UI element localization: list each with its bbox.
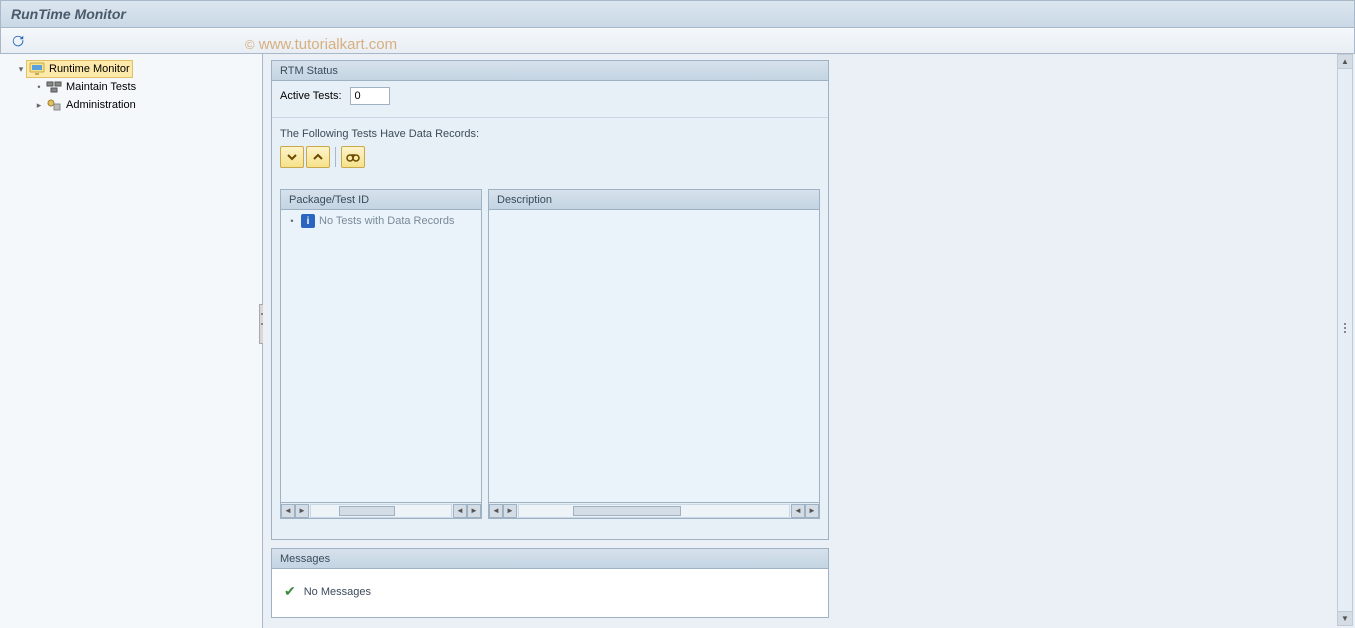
rtm-panel-title: RTM Status <box>272 61 828 81</box>
scroll-right-icon[interactable]: ► <box>467 504 481 518</box>
empty-row-text: No Tests with Data Records <box>319 215 455 227</box>
refresh-icon <box>11 34 25 48</box>
navigation-tree-panel: ▾ Runtime Monitor • Maintain Tests <box>0 54 263 628</box>
tests-icon <box>46 80 62 94</box>
horizontal-scrollbar[interactable]: ◄ ► ◄ ► <box>281 502 481 518</box>
data-records-heading: The Following Tests Have Data Records: <box>272 118 828 144</box>
horizontal-scrollbar[interactable]: ◄ ► ◄ ► <box>489 502 819 518</box>
tree-node-runtime-monitor[interactable]: Runtime Monitor <box>26 60 133 78</box>
scroll-right-step-icon[interactable]: ► <box>503 504 517 518</box>
tree-label: Administration <box>66 99 136 111</box>
tree-node-maintain-tests[interactable]: Maintain Tests <box>44 78 138 96</box>
grid-column-description: Description ◄ ► ◄ ► <box>488 189 820 519</box>
tests-grid: Package/Test ID • i No Tests with Data R… <box>280 189 820 519</box>
scroll-right-icon[interactable]: ► <box>805 504 819 518</box>
scroll-down-icon[interactable]: ▼ <box>1338 611 1352 625</box>
collapse-all-button[interactable] <box>306 146 330 168</box>
binoculars-icon <box>346 151 360 163</box>
info-icon: i <box>301 214 315 228</box>
scroll-thumb[interactable] <box>339 506 395 516</box>
app-toolbar <box>0 28 1355 54</box>
scroll-grip[interactable] <box>1340 313 1350 343</box>
monitor-icon <box>29 62 45 76</box>
chevron-down-icon <box>286 151 298 163</box>
scroll-left-icon[interactable]: ◄ <box>281 504 295 518</box>
admin-icon <box>46 98 62 112</box>
grid-toolbar <box>272 144 828 174</box>
chevron-up-icon <box>312 151 324 163</box>
rtm-status-panel: RTM Status Active Tests: The Following T… <box>271 60 829 540</box>
navigation-tree: ▾ Runtime Monitor • Maintain Tests <box>2 60 260 114</box>
scroll-thumb[interactable] <box>573 506 681 516</box>
refresh-button[interactable] <box>7 31 29 51</box>
active-tests-label: Active Tests: <box>280 90 342 102</box>
scroll-left-step-icon[interactable]: ◄ <box>791 504 805 518</box>
page-title: RunTime Monitor <box>11 6 126 22</box>
scroll-track[interactable] <box>310 504 452 518</box>
grid-empty-row: • i No Tests with Data Records <box>287 214 475 228</box>
tree-label: Maintain Tests <box>66 81 136 93</box>
scroll-left-icon[interactable]: ◄ <box>489 504 503 518</box>
expand-all-button[interactable] <box>280 146 304 168</box>
messages-panel-title: Messages <box>272 549 828 569</box>
check-icon: ✔ <box>284 583 296 600</box>
scroll-track[interactable] <box>518 504 790 518</box>
expand-icon[interactable]: ▸ <box>34 100 44 110</box>
active-tests-value[interactable] <box>350 87 390 105</box>
tree-label: Runtime Monitor <box>49 63 130 75</box>
grid-column-package: Package/Test ID • i No Tests with Data R… <box>280 189 482 519</box>
scroll-right-step-icon[interactable]: ► <box>295 504 309 518</box>
toolbar-separator <box>335 147 336 167</box>
bullet-icon: • <box>287 216 297 226</box>
messages-panel: Messages ✔ No Messages <box>271 548 829 618</box>
tree-node-administration[interactable]: Administration <box>44 96 138 114</box>
bullet-icon: • <box>34 82 44 92</box>
find-button[interactable] <box>341 146 365 168</box>
collapse-icon[interactable]: ▾ <box>16 64 26 74</box>
column-header-package[interactable]: Package/Test ID <box>281 190 481 210</box>
column-header-description[interactable]: Description <box>489 190 819 210</box>
no-messages-text: No Messages <box>304 586 371 598</box>
content-area: RTM Status Active Tests: The Following T… <box>263 54 1355 628</box>
main-area: ▾ Runtime Monitor • Maintain Tests <box>0 54 1355 628</box>
vertical-scrollbar[interactable]: ▲ ▼ <box>1337 54 1353 626</box>
title-bar: RunTime Monitor <box>0 0 1355 28</box>
scroll-track[interactable] <box>1338 69 1352 611</box>
scroll-up-icon[interactable]: ▲ <box>1338 55 1352 69</box>
scroll-left-step-icon[interactable]: ◄ <box>453 504 467 518</box>
